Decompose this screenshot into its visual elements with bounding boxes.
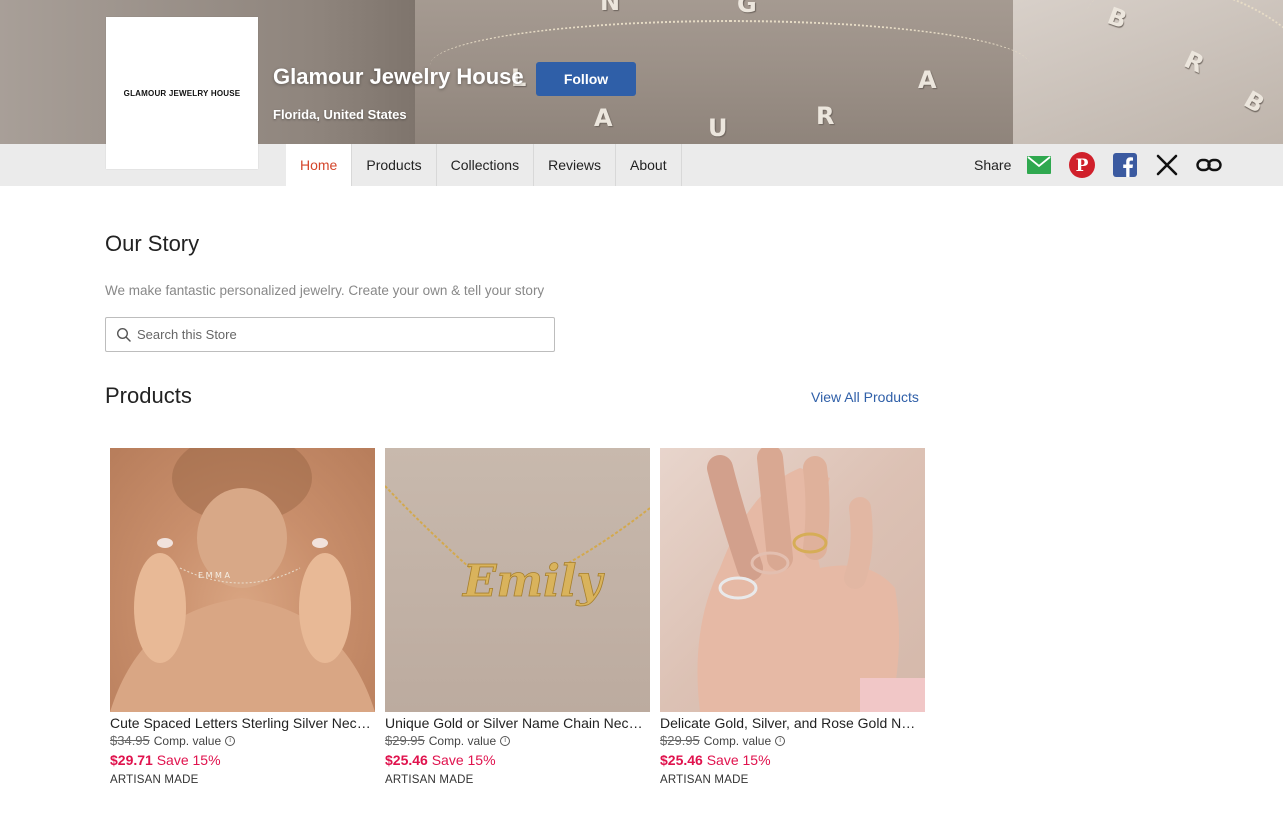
store-location: Florida, United States	[273, 107, 407, 122]
products-heading: Products	[105, 383, 192, 408]
x-icon[interactable]	[1154, 152, 1180, 178]
facebook-icon[interactable]	[1112, 152, 1138, 178]
artisan-badge: ARTISAN MADE	[385, 774, 474, 786]
store-logo-text: GLAMOUR JEWELRY HOUSE	[123, 88, 241, 98]
search-icon	[116, 327, 131, 342]
tab-home[interactable]: Home	[286, 144, 353, 186]
pinterest-icon[interactable]: P	[1069, 152, 1095, 178]
product-card[interactable]: Emily Unique Gold or Silver Name Chain N…	[385, 448, 650, 786]
our-story-heading: Our Story	[105, 231, 200, 256]
product-title[interactable]: Unique Gold or Silver Name Chain Neckl..…	[385, 715, 648, 731]
sale-price: $25.46	[660, 752, 703, 768]
compare-label: Comp. value	[703, 733, 772, 748]
product-image[interactable]	[660, 448, 925, 712]
tab-collections[interactable]: Collections	[437, 144, 535, 186]
compare-price: $29.95	[660, 733, 700, 748]
tab-about[interactable]: About	[616, 144, 682, 186]
save-text: Save 15%	[431, 752, 496, 768]
store-tabs: Home Products Collections Reviews About	[286, 144, 682, 186]
info-icon[interactable]: i	[775, 735, 786, 746]
necklace-letters: E M M A	[198, 571, 230, 580]
tab-products[interactable]: Products	[352, 144, 437, 186]
store-logo[interactable]: GLAMOUR JEWELRY HOUSE	[106, 17, 258, 169]
compare-price-row: $29.95 Comp. value i	[385, 733, 650, 748]
product-card[interactable]: E M M A Cute Spaced Letters Sterling Sil…	[110, 448, 375, 786]
info-icon[interactable]: i	[500, 735, 511, 746]
sale-price: $29.71	[110, 752, 153, 768]
tab-reviews[interactable]: Reviews	[534, 144, 616, 186]
product-title[interactable]: Delicate Gold, Silver, and Rose Gold Nam…	[660, 715, 923, 731]
store-search-input[interactable]	[137, 318, 547, 351]
our-story-text: We make fantastic personalized jewelry. …	[105, 283, 545, 298]
store-name[interactable]: Glamour Jewelry House	[273, 64, 524, 90]
compare-price-row: $34.95 Comp. value i	[110, 733, 375, 748]
necklace-name: Emily	[461, 556, 606, 607]
product-image[interactable]: E M M A	[110, 448, 375, 712]
product-image[interactable]: Emily	[385, 448, 650, 712]
save-text: Save 15%	[706, 752, 771, 768]
link-icon[interactable]	[1196, 152, 1222, 178]
compare-price: $29.95	[385, 733, 425, 748]
compare-price: $34.95	[110, 733, 150, 748]
view-all-products-link[interactable]: View All Products	[811, 389, 919, 405]
product-title[interactable]: Cute Spaced Letters Sterling Silver Neck…	[110, 715, 373, 731]
compare-label: Comp. value	[428, 733, 497, 748]
price-row: $25.46 Save 15%	[660, 752, 925, 768]
svg-text:P: P	[1076, 156, 1089, 176]
store-search-box[interactable]	[105, 317, 555, 352]
compare-price-row: $29.95 Comp. value i	[660, 733, 925, 748]
product-card[interactable]: Delicate Gold, Silver, and Rose Gold Nam…	[660, 448, 925, 786]
email-icon[interactable]	[1026, 152, 1052, 178]
artisan-badge: ARTISAN MADE	[110, 774, 199, 786]
price-row: $25.46 Save 15%	[385, 752, 650, 768]
follow-button[interactable]: Follow	[536, 62, 636, 96]
compare-label: Comp. value	[153, 733, 222, 748]
artisan-badge: ARTISAN MADE	[660, 774, 749, 786]
info-icon[interactable]: i	[225, 735, 236, 746]
sale-price: $25.46	[385, 752, 428, 768]
save-text: Save 15%	[156, 752, 221, 768]
share-label: Share	[974, 157, 1012, 173]
price-row: $29.71 Save 15%	[110, 752, 375, 768]
